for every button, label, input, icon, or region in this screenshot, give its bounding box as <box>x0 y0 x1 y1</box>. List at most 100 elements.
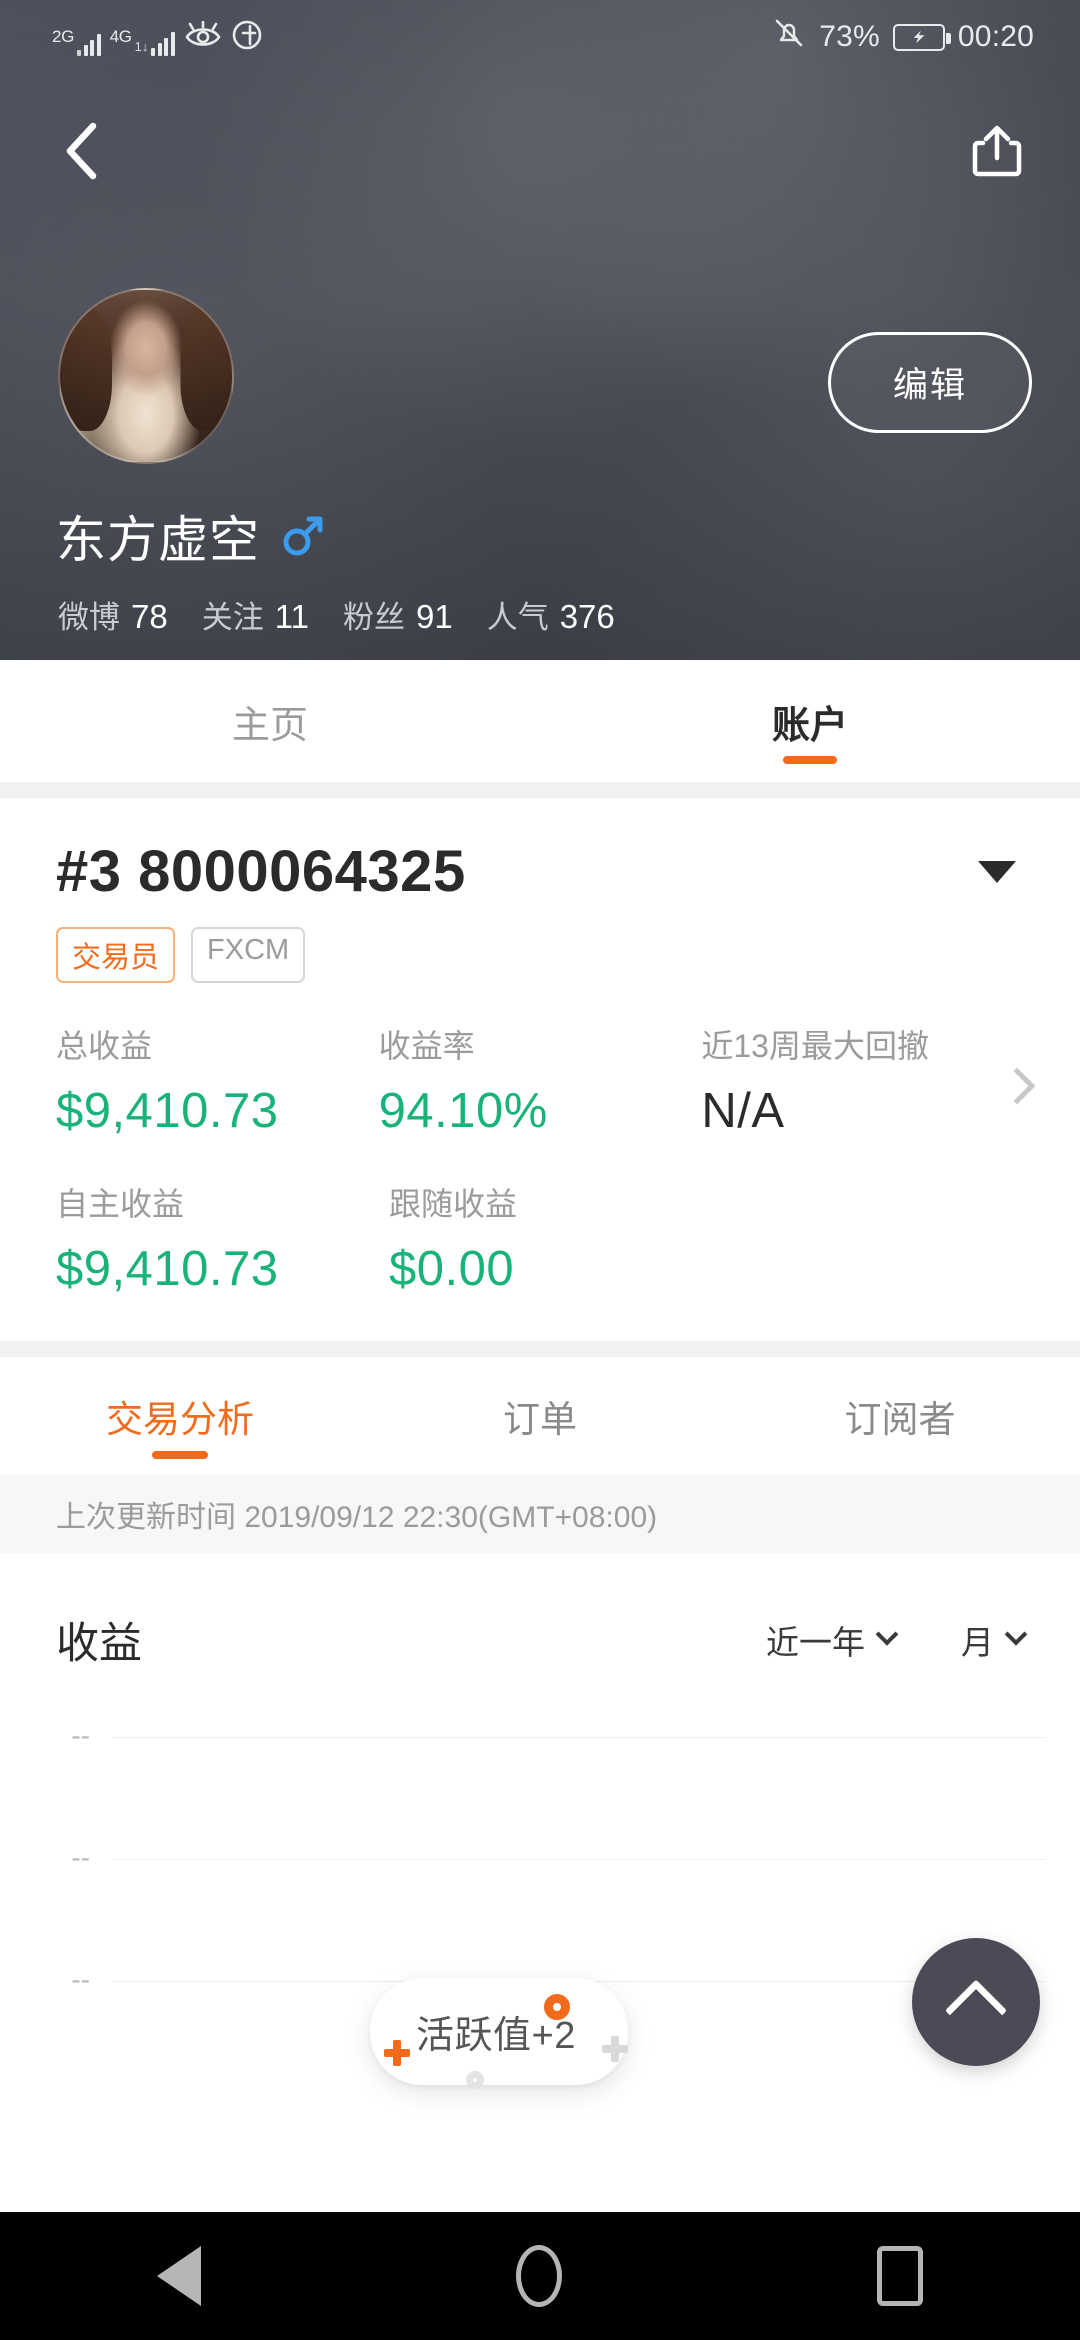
chart-gridline: -- <box>0 1720 1080 1751</box>
last-update-label: 上次更新时间 2019/09/12 22:30(GMT+08:00) <box>56 1501 658 1534</box>
stat-followers[interactable]: 粉丝 91 <box>343 592 453 637</box>
chart-title: 收益 <box>56 1620 142 1668</box>
male-icon <box>280 514 324 558</box>
android-nav-bar <box>0 2212 1080 2340</box>
circle-home-icon[interactable] <box>515 2245 562 2307</box>
metric-label: 收益率 <box>378 1028 475 1064</box>
metric-value: $0.00 <box>389 1242 515 1296</box>
metric-label: 跟随收益 <box>389 1186 518 1222</box>
tab-active-indicator <box>783 756 837 764</box>
clock-label: 00:20 <box>957 20 1034 53</box>
battery-percent-label: 73% <box>819 20 880 53</box>
profile-header: 2G 4G 1↓ 73% 00:20 编辑 东方虚空 微博 78 关注 11 粉… <box>0 0 1080 660</box>
app-f-icon <box>231 19 263 56</box>
username-row: 东方虚空 <box>56 500 324 572</box>
stat-popularity[interactable]: 人气 376 <box>487 592 615 637</box>
metrics-row: 总收益 $9,410.73 收益率 94.10% 近13周最大回撤 N/A <box>56 1021 1024 1139</box>
eye-icon <box>184 20 222 56</box>
metric-total-profit: 总收益 $9,410.73 <box>56 1021 379 1139</box>
back-button[interactable] <box>48 116 118 186</box>
stat-following[interactable]: 关注 11 <box>202 592 309 637</box>
chart-filters: 近一年 月 <box>766 1616 1028 1664</box>
section-divider <box>0 782 1080 798</box>
tab-home[interactable]: 主页 <box>0 660 540 782</box>
tab-account[interactable]: 账户 <box>540 660 1080 782</box>
chart-gridline: -- <box>0 1842 1080 1873</box>
account-selector[interactable]: #3 8000064325 <box>56 838 1024 905</box>
metric-value: $9,410.73 <box>56 1242 279 1296</box>
subtab-label: 订阅者 <box>844 1399 956 1440</box>
sub-tabs: 交易分析 订单 订阅者 <box>0 1357 1080 1475</box>
metric-self-profit: 自主收益 $9,410.73 <box>56 1179 389 1297</box>
status-bar-right: 73% 00:20 <box>772 16 1080 58</box>
metric-label: 自主收益 <box>56 1186 185 1222</box>
main-tabs: 主页 账户 <box>0 660 1080 782</box>
subtab-label: 交易分析 <box>106 1399 254 1440</box>
subtab-label: 订单 <box>503 1399 577 1440</box>
top-nav <box>0 96 1080 206</box>
avatar-detail <box>180 307 232 432</box>
triangle-back-icon[interactable] <box>157 2246 202 2306</box>
share-button[interactable] <box>962 116 1032 186</box>
account-metrics[interactable]: 总收益 $9,410.73 收益率 94.10% 近13周最大回撤 N/A 自主… <box>56 1021 1036 1297</box>
tab-account-label: 账户 <box>771 704 848 747</box>
stat-label: 粉丝 <box>342 600 405 635</box>
metric-max-drawdown: 近13周最大回撤 N/A <box>701 1021 1024 1139</box>
caret-down-icon[interactable] <box>978 860 1016 883</box>
subtab-trade-analysis[interactable]: 交易分析 <box>0 1357 360 1475</box>
stat-label: 微博 <box>58 600 120 635</box>
status-bar-left: 2G 4G 1↓ <box>0 19 263 56</box>
stat-label: 关注 <box>201 600 264 635</box>
phone-screen: 2G 4G 1↓ 73% 00:20 编辑 东方虚空 微博 78 关注 11 粉… <box>0 0 1080 2340</box>
chevron-down-icon <box>875 1623 899 1646</box>
tab-home-label: 主页 <box>231 704 308 747</box>
bell-off-icon <box>772 16 806 58</box>
status-bar: 2G 4G 1↓ 73% 00:20 <box>0 0 1080 74</box>
metric-label: 近13周最大回撤 <box>701 1028 929 1064</box>
avatar-detail <box>60 307 112 432</box>
stat-value: 11 <box>274 598 309 635</box>
section-divider <box>0 1341 1080 1357</box>
stat-value: 78 <box>131 598 168 635</box>
last-update-bar: 上次更新时间 2019/09/12 22:30(GMT+08:00) <box>0 1475 1080 1553</box>
signal-2g-icon: 2G <box>52 26 101 56</box>
share-icon <box>972 125 1022 177</box>
profit-chart-section: 收益 近一年 月 -- -- -- <box>0 1553 1080 2037</box>
account-summary: #3 8000064325 交易员 FXCM 总收益 $9,410.73 收益率… <box>0 798 1080 1297</box>
metric-value: 94.10% <box>378 1084 548 1138</box>
chevron-up-icon <box>944 1979 1008 2042</box>
battery-charging-icon <box>892 23 951 51</box>
metric-label: 总收益 <box>56 1028 153 1064</box>
ring-icon <box>466 2071 484 2089</box>
signal-2g-label: 2G <box>52 26 75 46</box>
stat-label: 人气 <box>486 600 549 635</box>
account-title: #3 8000064325 <box>56 839 466 904</box>
ring-icon <box>543 1994 570 2020</box>
chart-gridline-rule <box>112 1737 1046 1738</box>
chart-ytick-label: -- <box>71 1963 90 1995</box>
scroll-to-top-button[interactable] <box>912 1938 1040 2066</box>
metric-value: N/A <box>701 1084 785 1138</box>
activity-toast: 活跃值+2 <box>370 1978 628 2089</box>
subtab-active-indicator <box>152 1451 208 1459</box>
chart-gridline-rule <box>112 1859 1046 1860</box>
chart-period-filter[interactable]: 月 <box>961 1616 1028 1664</box>
chevron-left-icon <box>66 122 97 180</box>
subtab-orders[interactable]: 订单 <box>360 1357 720 1475</box>
chart-ytick-label: -- <box>71 1841 90 1873</box>
stat-value: 91 <box>415 598 453 635</box>
chart-header: 收益 近一年 月 <box>0 1609 1080 1671</box>
signal-4g-icon: 4G 1↓ <box>110 28 175 56</box>
metrics-row: 自主收益 $9,410.73 跟随收益 $0.00 <box>56 1179 1024 1297</box>
stat-value: 376 <box>559 598 615 635</box>
metric-return-rate: 收益率 94.10% <box>379 1021 702 1139</box>
avatar[interactable] <box>58 288 234 464</box>
stat-weibo[interactable]: 微博 78 <box>58 592 168 637</box>
edit-profile-button[interactable]: 编辑 <box>827 332 1032 433</box>
username-label: 东方虚空 <box>56 512 260 568</box>
account-badges: 交易员 FXCM <box>56 927 1024 983</box>
chart-range-filter[interactable]: 近一年 <box>766 1616 899 1664</box>
square-recents-icon[interactable] <box>876 2246 923 2306</box>
badge-trader: 交易员 <box>56 927 176 983</box>
subtab-subscribers[interactable]: 订阅者 <box>720 1357 1080 1475</box>
